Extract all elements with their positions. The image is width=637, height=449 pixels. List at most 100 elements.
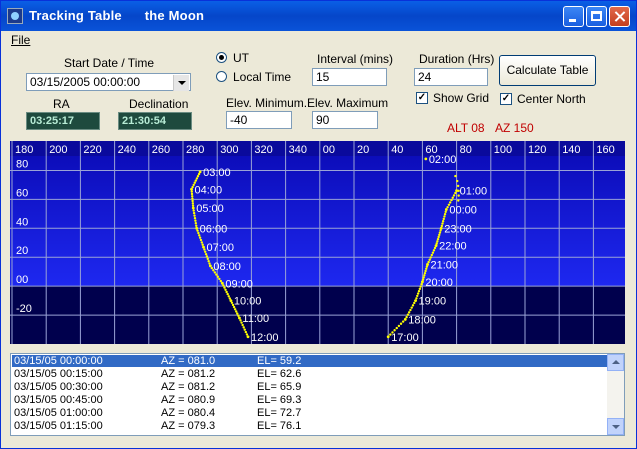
trace-dot: [227, 295, 230, 298]
maximize-button[interactable]: [586, 6, 607, 27]
ut-label: UT: [233, 51, 249, 65]
start-date-label: Start Date / Time: [64, 56, 155, 70]
trace-dot: [192, 209, 195, 212]
duration-field[interactable]: 24: [414, 68, 488, 86]
trace-dot: [190, 192, 194, 196]
trace-dot: [242, 326, 245, 329]
local-time-radio[interactable]: [216, 71, 227, 82]
scroll-up-button[interactable]: [607, 354, 624, 371]
x-tick-label: 00: [323, 144, 335, 156]
interval-label: Interval (mins): [317, 52, 394, 66]
table-row[interactable]: 03/15/05 01:15:00 AZ = 079.3 EL= 76.1: [12, 420, 607, 432]
trace-dot: [207, 260, 210, 263]
trace-point: [220, 281, 224, 285]
hour-label: 10:00: [234, 296, 262, 308]
row-az: AZ = 081.0: [161, 355, 216, 367]
row-az: AZ = 081.2: [161, 368, 216, 380]
x-tick-label: 280: [186, 144, 204, 156]
y-tick-label: 80: [16, 158, 28, 170]
menu-file-label: File: [11, 33, 31, 47]
trace-dot: [191, 202, 195, 205]
trace-dot: [444, 210, 447, 214]
trace-dot: [198, 236, 202, 239]
trace-dot: [440, 224, 444, 228]
trace-dot: [190, 190, 193, 193]
ut-radio[interactable]: [216, 52, 227, 63]
trace-point: [246, 335, 250, 339]
table-row[interactable]: 03/15/05 01:00:00 AZ = 080.4 EL= 72.7: [12, 407, 607, 419]
center-north-label: Center North: [517, 92, 586, 106]
hour-label: 11:00: [242, 313, 269, 325]
trace-dot: [437, 235, 440, 239]
trace-dot: [451, 196, 454, 199]
trace-dot: [235, 310, 238, 313]
title-bar[interactable]: Tracking Table the Moon: [1, 1, 636, 31]
elev-max-field[interactable]: 90: [312, 111, 378, 129]
row-el: EL= 69.3: [257, 394, 302, 406]
menu-file[interactable]: File: [11, 33, 30, 47]
trace-dot: [245, 333, 249, 336]
app-icon[interactable]: [7, 8, 23, 24]
trace-dot: [438, 231, 442, 234]
hour-label: 21:00: [431, 259, 459, 271]
row-el: EL= 62.6: [257, 368, 302, 380]
trace-dot: [196, 175, 200, 178]
y-tick-label: 20: [16, 245, 28, 257]
table-row[interactable]: 03/15/05 00:15:00 AZ = 081.2 EL= 62.6: [12, 368, 607, 380]
trace-dot: [194, 179, 198, 182]
elev-max-label: Elev. Maximum: [307, 96, 389, 110]
trace-dot: [413, 301, 416, 305]
trace-dot: [424, 269, 427, 273]
trace-dot: [430, 253, 434, 257]
hour-label: 07:00: [207, 242, 235, 254]
trace-dot: [216, 275, 220, 278]
trace-point: [439, 226, 443, 230]
trace-dot: [442, 217, 445, 221]
table-row[interactable]: 03/15/05 00:45:00 AZ = 080.9 EL= 69.3: [12, 394, 607, 406]
trace-dot: [191, 197, 194, 200]
tracking-list[interactable]: 03/15/05 00:00:00 AZ = 081.0 EL= 59.2 03/15…: [10, 353, 625, 436]
dropdown-arrow-icon[interactable]: [173, 75, 189, 91]
trace-dot: [416, 292, 420, 295]
show-grid-checkbox[interactable]: ✓: [416, 92, 428, 104]
trace-dot: [194, 219, 197, 222]
az-readout: AZ 150: [495, 121, 534, 135]
trace-dot: [196, 229, 199, 232]
trace-dot: [454, 191, 457, 195]
row-date: 03/15/05 01:15:00: [14, 420, 103, 432]
row-el: EL= 72.7: [257, 407, 302, 419]
trace-dot: [443, 215, 446, 218]
trace-dot: [415, 297, 418, 300]
trace-dot: [203, 248, 206, 251]
x-tick-label: 20: [357, 144, 369, 156]
row-date: 03/15/05 01:00:00: [14, 407, 103, 419]
scroll-down-button[interactable]: [607, 418, 624, 435]
show-grid-label: Show Grid: [433, 91, 490, 105]
trace-dot: [194, 222, 198, 225]
x-tick-label: 160: [596, 144, 614, 156]
close-button[interactable]: [609, 6, 630, 27]
trace-point: [414, 299, 417, 303]
vertical-scrollbar[interactable]: [607, 354, 624, 435]
hour-label: 22:00: [439, 241, 467, 253]
x-tick-label: 120: [528, 144, 546, 156]
interval-field[interactable]: 15: [312, 68, 387, 86]
calculate-table-button[interactable]: Calculate Table: [499, 55, 596, 86]
ra-label: RA: [53, 97, 70, 111]
y-tick-label: 40: [16, 216, 28, 228]
center-north-checkbox[interactable]: ✓: [500, 93, 512, 105]
row-az: AZ = 080.9: [161, 394, 216, 406]
table-row[interactable]: 03/15/05 00:00:00 AZ = 081.0 EL= 59.2: [12, 355, 607, 367]
trace-point: [403, 318, 407, 321]
x-tick-label: 200: [49, 144, 67, 156]
trace-dot: [191, 199, 194, 203]
elev-min-field[interactable]: -40: [226, 111, 292, 129]
hour-label: 05:00: [196, 203, 224, 215]
row-date: 03/15/05 00:30:00: [14, 381, 103, 393]
minimize-button[interactable]: [563, 6, 584, 27]
hour-label: 01:00: [460, 186, 488, 198]
trace-dot: [432, 249, 436, 252]
trace-dot: [191, 204, 195, 207]
table-row[interactable]: 03/15/05 00:30:00 AZ = 081.2 EL= 65.9: [12, 381, 607, 393]
start-date-combobox[interactable]: 03/15/2005 00:00:00: [26, 73, 191, 91]
